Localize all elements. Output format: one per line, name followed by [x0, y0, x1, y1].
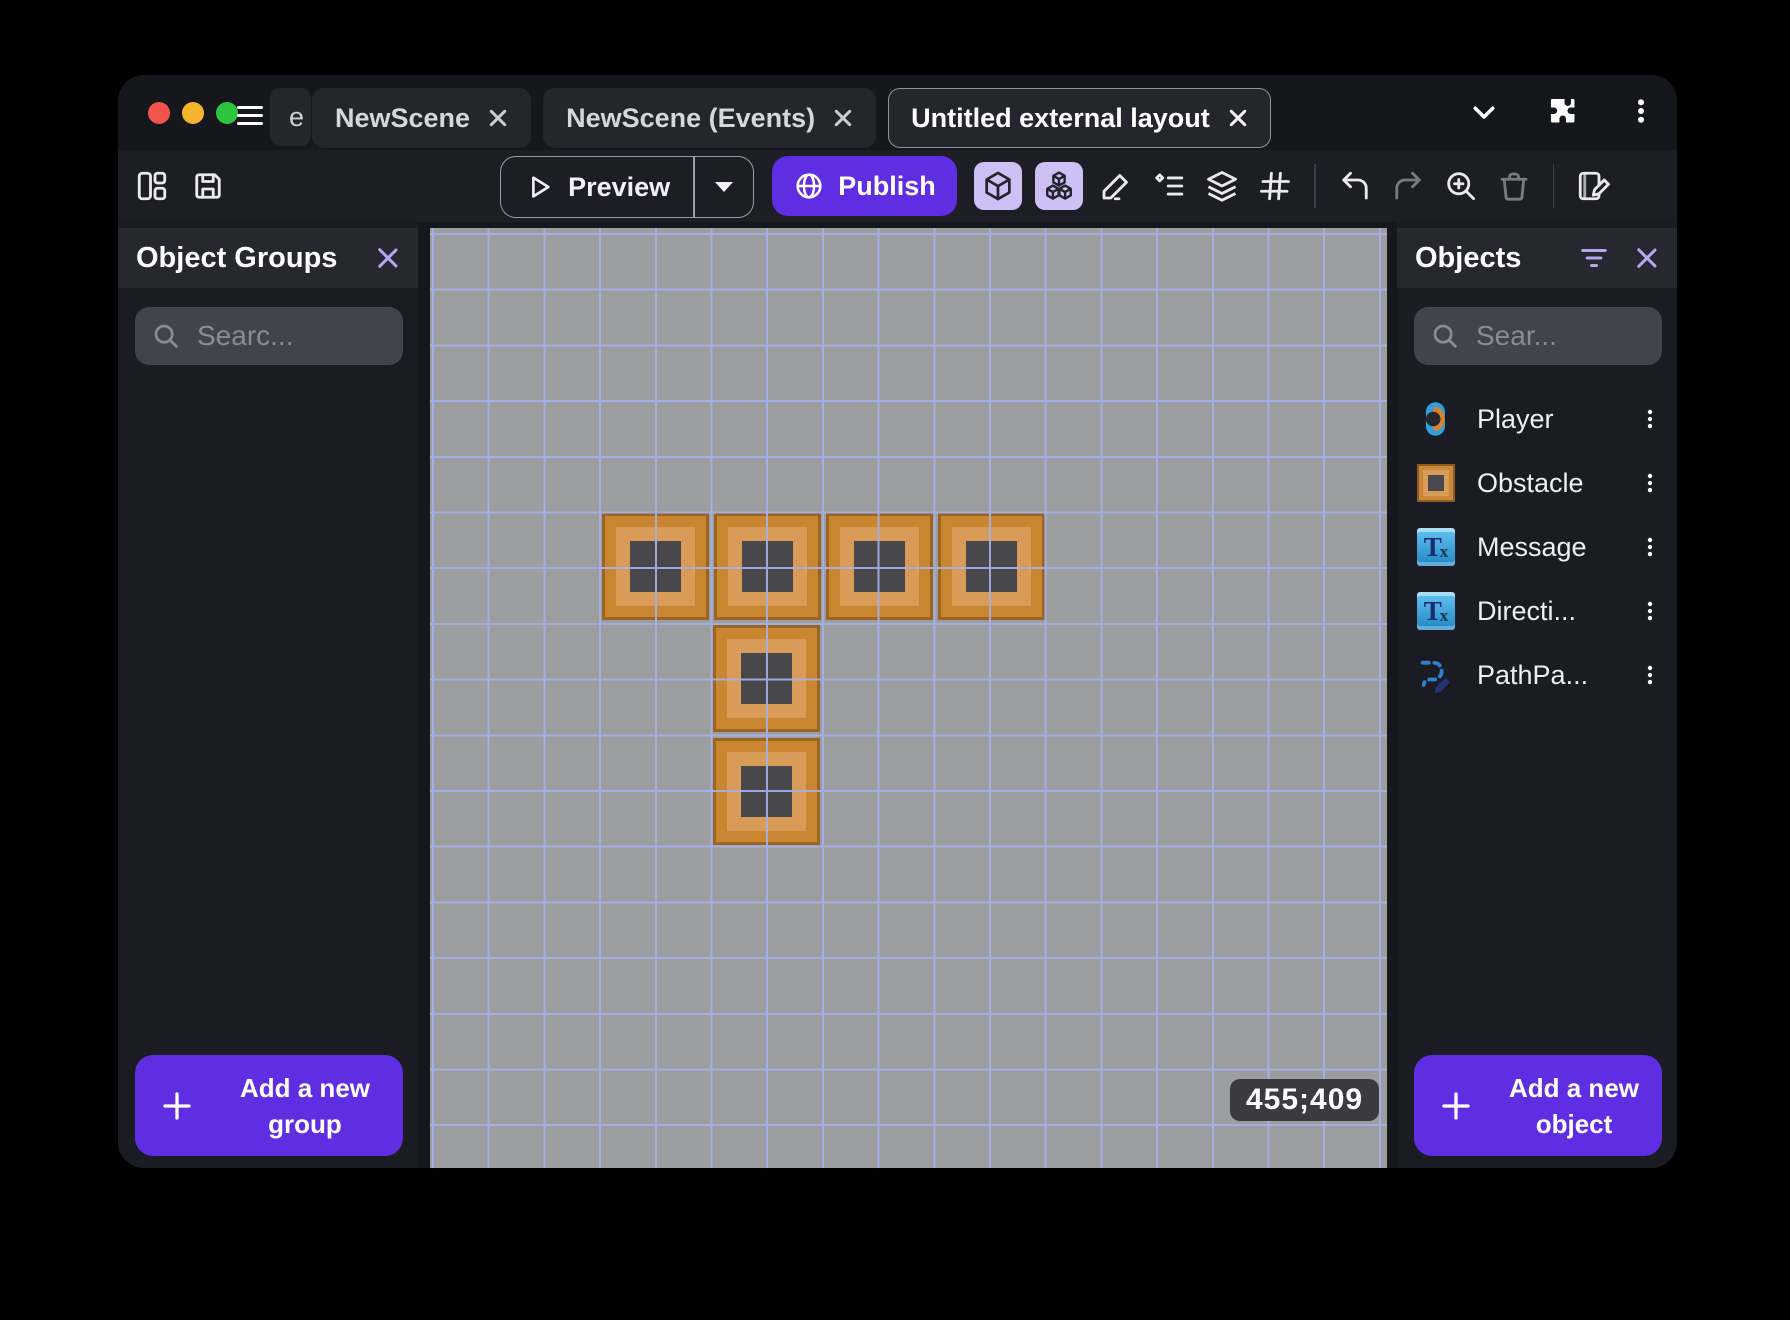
- object-menu-kebab-icon[interactable]: [1637, 594, 1663, 628]
- objects-title: Objects: [1415, 241, 1522, 274]
- objects-search: [1414, 306, 1662, 366]
- close-panel-icon[interactable]: [376, 246, 400, 270]
- player-sprite-icon: [1425, 402, 1445, 436]
- close-panel-icon[interactable]: [1635, 246, 1659, 270]
- extensions-puzzle-icon[interactable]: [1543, 93, 1579, 129]
- objects-list: Player Obstacle Tx Message Tx Directi...: [1397, 387, 1677, 707]
- trash-icon[interactable]: [1494, 166, 1534, 206]
- edit-pencil-icon[interactable]: [1096, 166, 1136, 206]
- objects-header: Objects: [1397, 228, 1677, 288]
- cursor-coordinates-badge: 455;409: [1230, 1079, 1380, 1121]
- plus-icon: [159, 1088, 195, 1124]
- object-row-directions[interactable]: Tx Directi...: [1397, 579, 1677, 643]
- scene-properties-edit-icon[interactable]: [1573, 166, 1613, 206]
- screenshot-stage: e NewScene NewScene (Events) Untitled ex…: [0, 0, 1790, 1320]
- play-icon: [524, 172, 554, 202]
- object-menu-kebab-icon[interactable]: [1637, 402, 1663, 436]
- tab-newscene-events[interactable]: NewScene (Events): [543, 88, 877, 148]
- minimize-window-button[interactable]: [182, 102, 204, 124]
- toolbar-separator: [1552, 164, 1554, 208]
- main-menu-icon[interactable]: [237, 101, 263, 125]
- tab-newscene[interactable]: NewScene: [312, 88, 532, 148]
- layout-canvas[interactable]: 455;409: [430, 228, 1387, 1168]
- tab-bar: e NewScene NewScene (Events) Untitled ex…: [118, 75, 1677, 150]
- obstacle-instance[interactable]: [602, 513, 709, 620]
- plus-icon: [1438, 1088, 1474, 1124]
- obstacle-instance[interactable]: [713, 738, 820, 845]
- save-icon[interactable]: [188, 166, 228, 206]
- obstacle-instance[interactable]: [713, 625, 820, 732]
- object-menu-kebab-icon[interactable]: [1637, 466, 1663, 500]
- app-window: e NewScene NewScene (Events) Untitled ex…: [118, 75, 1677, 1168]
- close-tab-icon[interactable]: [488, 108, 508, 128]
- object-row-message[interactable]: Tx Message: [1397, 515, 1677, 579]
- object-row-pathpaint[interactable]: PathPa...: [1397, 643, 1677, 707]
- toolbar-tools-group: [974, 150, 1613, 222]
- main-area: Object Groups Add a new group 455;4: [118, 222, 1677, 1168]
- toolbar: Preview Publish: [118, 150, 1677, 222]
- filter-icon[interactable]: [1579, 245, 1609, 271]
- tab-untitled-external-layout[interactable]: Untitled external layout: [888, 88, 1271, 148]
- object-row-player[interactable]: Player: [1397, 387, 1677, 451]
- window-more-kebab-icon[interactable]: [1626, 93, 1656, 129]
- instances-cubes-icon[interactable]: [1035, 162, 1083, 210]
- chevron-down-icon[interactable]: [1466, 97, 1502, 127]
- grid-icon[interactable]: [1255, 166, 1295, 206]
- objects-panel: Objects Player: [1397, 222, 1677, 1168]
- preview-options-caret[interactable]: [695, 179, 753, 195]
- publish-button[interactable]: Publish: [772, 156, 957, 216]
- maximize-window-button[interactable]: [216, 102, 238, 124]
- tab-hidden-fragment[interactable]: e: [270, 88, 311, 146]
- zoom-in-icon[interactable]: [1441, 166, 1481, 206]
- object-row-obstacle[interactable]: Obstacle: [1397, 451, 1677, 515]
- preview-button[interactable]: Preview: [500, 156, 754, 218]
- object-groups-search: [135, 306, 403, 366]
- obstacle-instance[interactable]: [714, 513, 821, 620]
- path-paint-icon: [1420, 660, 1450, 694]
- object-groups-title: Object Groups: [136, 241, 338, 274]
- object-menu-kebab-icon[interactable]: [1637, 658, 1663, 692]
- close-window-button[interactable]: [148, 102, 170, 124]
- obstacle-instance[interactable]: [938, 513, 1045, 620]
- text-object-icon: Tx: [1417, 592, 1455, 630]
- undo-icon[interactable]: [1335, 166, 1375, 206]
- obstacle-instance[interactable]: [826, 513, 933, 620]
- obstacle-tile-icon: [1417, 464, 1455, 502]
- close-tab-icon[interactable]: [833, 108, 853, 128]
- close-tab-icon[interactable]: [1228, 108, 1248, 128]
- search-icon: [154, 324, 178, 348]
- grid-overlay: [430, 228, 1387, 1168]
- selection-3d-cube-icon[interactable]: [974, 162, 1022, 210]
- tab-strip: NewScene NewScene (Events) Untitled exte…: [312, 88, 1271, 148]
- object-groups-header: Object Groups: [118, 228, 418, 288]
- redo-icon[interactable]: [1388, 166, 1428, 206]
- toolbar-separator: [1314, 164, 1316, 208]
- add-group-button[interactable]: Add a new group: [135, 1055, 403, 1156]
- globe-icon: [793, 170, 825, 202]
- toggle-panels-icon[interactable]: [132, 166, 172, 206]
- instances-list-icon[interactable]: [1149, 166, 1189, 206]
- object-groups-panel: Object Groups Add a new group: [118, 222, 418, 1168]
- window-controls: [148, 102, 238, 124]
- text-object-icon: Tx: [1417, 528, 1455, 566]
- layers-icon[interactable]: [1202, 166, 1242, 206]
- object-menu-kebab-icon[interactable]: [1637, 530, 1663, 564]
- search-icon: [1433, 324, 1457, 348]
- toolbar-left-group: [132, 150, 228, 222]
- add-object-button[interactable]: Add a new object: [1414, 1055, 1662, 1156]
